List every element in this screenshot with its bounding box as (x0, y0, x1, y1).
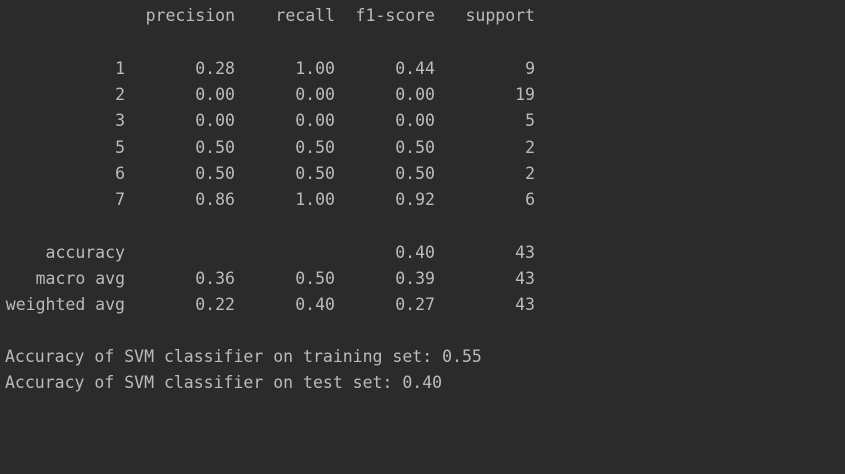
avg-label: macro avg (35, 269, 125, 288)
class-precision: 0.00 (195, 85, 235, 104)
weighted-avg-row: weighted avg 0.22 0.40 0.27 43 (0, 292, 845, 318)
test-accuracy-line: Accuracy of SVM classifier on test set: … (5, 373, 443, 392)
class-f1: 0.92 (395, 190, 435, 209)
header-support: support (465, 6, 535, 25)
class-support: 19 (515, 85, 535, 104)
avg-label: accuracy (45, 243, 125, 262)
class-label: 5 (115, 138, 125, 157)
class-precision: 0.50 (195, 164, 235, 183)
class-support: 2 (525, 138, 535, 157)
class-precision: 0.86 (195, 190, 235, 209)
class-recall: 1.00 (295, 190, 335, 209)
header-f1-score: f1-score (355, 6, 435, 25)
class-support: 9 (525, 59, 535, 78)
avg-support: 43 (515, 269, 535, 288)
class-row: 6 0.50 0.50 0.50 2 (0, 161, 845, 187)
header-recall: recall (275, 6, 335, 25)
avg-f1: 0.39 (395, 269, 435, 288)
class-row: 5 0.50 0.50 0.50 2 (0, 135, 845, 161)
class-precision: 0.50 (195, 138, 235, 157)
class-recall: 0.50 (295, 164, 335, 183)
avg-recall: 0.50 (295, 269, 335, 288)
console-output[interactable]: precision recall f1-score support 1 0.28… (0, 0, 845, 402)
avg-precision: 0.36 (195, 269, 235, 288)
accuracy-row: accuracy 0.40 43 (0, 240, 845, 266)
class-f1: 0.00 (395, 85, 435, 104)
class-f1: 0.00 (395, 111, 435, 130)
class-row: 2 0.00 0.00 0.00 19 (0, 82, 845, 108)
avg-recall: 0.40 (295, 295, 335, 314)
class-support: 5 (525, 111, 535, 130)
class-support: 2 (525, 164, 535, 183)
header-precision: precision (145, 6, 235, 25)
class-f1: 0.50 (395, 164, 435, 183)
class-row: 1 0.28 1.00 0.44 9 (0, 56, 845, 82)
class-support: 6 (525, 190, 535, 209)
avg-precision: 0.22 (195, 295, 235, 314)
class-precision: 0.28 (195, 59, 235, 78)
class-precision: 0.00 (195, 111, 235, 130)
class-recall: 0.50 (295, 138, 335, 157)
class-label: 7 (115, 190, 125, 209)
class-recall: 1.00 (295, 59, 335, 78)
class-recall: 0.00 (295, 85, 335, 104)
class-recall: 0.00 (295, 111, 335, 130)
report-header-row: precision recall f1-score support (0, 3, 845, 29)
avg-f1: 0.40 (395, 243, 435, 262)
avg-label: weighted avg (5, 295, 125, 314)
class-label: 2 (115, 85, 125, 104)
avg-support: 43 (515, 243, 535, 262)
class-f1: 0.44 (395, 59, 435, 78)
class-row: 7 0.86 1.00 0.92 6 (0, 187, 845, 213)
training-accuracy-line: Accuracy of SVM classifier on training s… (5, 347, 482, 366)
class-f1: 0.50 (395, 138, 435, 157)
avg-support: 43 (515, 295, 535, 314)
class-label: 6 (115, 164, 125, 183)
class-row: 3 0.00 0.00 0.00 5 (0, 108, 845, 134)
avg-f1: 0.27 (395, 295, 435, 314)
macro-avg-row: macro avg 0.36 0.50 0.39 43 (0, 266, 845, 292)
class-label: 1 (115, 59, 125, 78)
class-label: 3 (115, 111, 125, 130)
